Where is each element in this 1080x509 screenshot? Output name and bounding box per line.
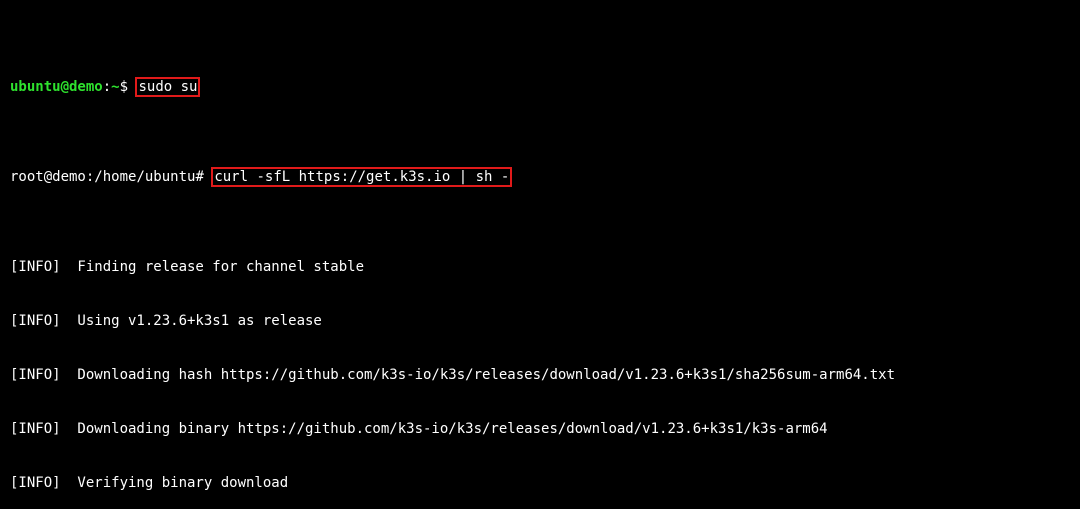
info-line: [INFO] Downloading hash https://github.c… — [10, 366, 1070, 384]
prompt-user: ubuntu@demo — [10, 79, 103, 95]
info-line: [INFO] Verifying binary download — [10, 474, 1070, 492]
cmd-curl-install: curl -sfL https://get.k3s.io | sh - — [212, 168, 511, 186]
info-line: [INFO] Using v1.23.6+k3s1 as release — [10, 312, 1070, 330]
terminal[interactable]: ubuntu@demo:~$ sudo su root@demo:/home/u… — [0, 0, 1080, 509]
info-line: [INFO] Finding release for channel stabl… — [10, 258, 1070, 276]
cmd-sudo-su: sudo su — [136, 78, 199, 96]
prompt-line-2: root@demo:/home/ubuntu# curl -sfL https:… — [10, 168, 1070, 186]
prompt-line-1: ubuntu@demo:~$ sudo su — [10, 78, 1070, 96]
info-line: [INFO] Downloading binary https://github… — [10, 420, 1070, 438]
